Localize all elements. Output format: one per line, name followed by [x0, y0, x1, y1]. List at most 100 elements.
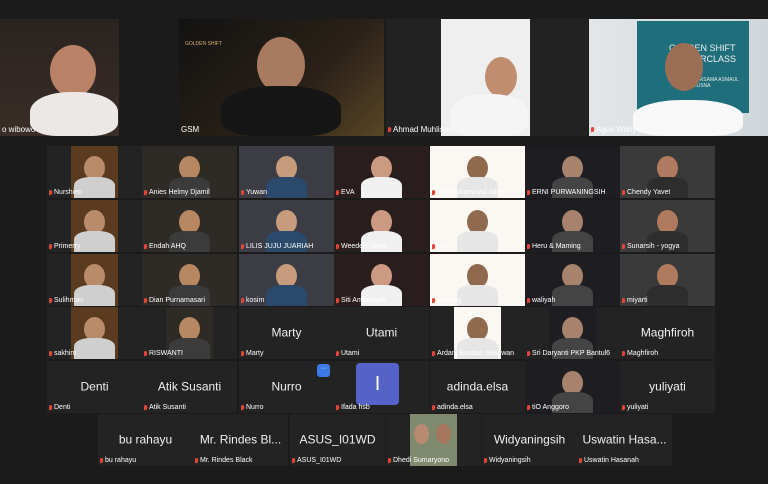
participant-tile[interactable]: Nurshien: [47, 146, 142, 198]
participant-name-title: bu rahayu: [118, 432, 173, 447]
participant-tile[interactable]: Dhedi Sumaryono: [386, 414, 481, 466]
participant-tile[interactable]: Heru & Maming: [525, 200, 620, 252]
participant-tile[interactable]: LILIS JUJU JUARIAH: [239, 200, 334, 252]
participant-body: [633, 100, 743, 136]
participant-tile[interactable]: Sulihman: [47, 254, 142, 306]
participant-body: [450, 94, 528, 136]
participant-name-label: Heru & Maming: [527, 242, 581, 251]
muted-mic-icon: [622, 297, 626, 304]
muted-mic-icon: [49, 189, 53, 196]
participant-body: [30, 92, 118, 136]
participant-tile[interactable]: Utami Utami: [334, 307, 429, 359]
participant-tile[interactable]: Dian Purnamasari: [142, 254, 237, 306]
participant-tile[interactable]: Endang: [430, 254, 525, 306]
participant-tile[interactable]: o wibowo: [0, 19, 119, 136]
muted-mic-icon: [336, 189, 340, 196]
participant-name-title: ASUS_I01WD: [299, 432, 376, 447]
participant-tile[interactable]: Drs Muhammad Iqbal: [430, 146, 525, 198]
participant-tile[interactable]: I Ifada hsb: [334, 361, 429, 413]
participant-tile-active-speaker[interactable]: GOLDEN SHIFT MASTERCLASS BERSAMA ASMAUL …: [589, 19, 768, 136]
participant-tile[interactable]: Denti Denti: [47, 361, 142, 413]
participant-tile[interactable]: RISWANTI: [142, 307, 237, 359]
participant-tile[interactable]: GOLDEN SHIFT GSM: [179, 19, 384, 136]
participant-tile[interactable]: bu rahayu bu rahayu: [98, 414, 193, 466]
participant-tile[interactable]: Widyaningsih Widyaningsih: [482, 414, 577, 466]
participant-name-label: Agus Wahyu: [591, 125, 641, 134]
muted-mic-icon: [527, 189, 531, 196]
participant-tile[interactable]: Mr. Rindes Bl... Mr. Rindes Black: [193, 414, 288, 466]
muted-mic-icon: [336, 297, 340, 304]
participant-name-label: anin: [432, 242, 450, 251]
muted-mic-icon: [144, 404, 148, 411]
muted-mic-icon: [195, 457, 199, 464]
participant-tile[interactable]: Maghfiroh Maghfiroh: [620, 307, 715, 359]
chat-bubble-icon[interactable]: ···: [317, 364, 330, 377]
participant-name-label: LILIS JUJU JUARIAH: [241, 242, 313, 251]
participant-tile[interactable]: tiO Anggoro: [525, 361, 620, 413]
muted-mic-icon: [527, 243, 531, 250]
participant-name-label: adinda.elsa: [432, 403, 473, 412]
participant-tile[interactable]: waliyah: [525, 254, 620, 306]
participant-tile[interactable]: ASUS_I01WD ASUS_I01WD: [290, 414, 385, 466]
participant-name-label: Yuwan: [241, 188, 267, 197]
participant-body: [74, 338, 115, 359]
muted-mic-icon: [100, 457, 104, 464]
participant-tile[interactable]: Ahmad Muhlisoni: [386, 19, 588, 136]
participant-face: [436, 424, 451, 444]
participant-tile[interactable]: Chendy Yavet: [620, 146, 715, 198]
participant-body: [457, 285, 498, 306]
participant-name-label: Ifada hsb: [336, 403, 370, 412]
participant-tile[interactable]: anin: [430, 200, 525, 252]
muted-mic-icon: [49, 297, 53, 304]
participant-name-label: Dian Purnamasari: [144, 296, 205, 305]
participant-tile[interactable]: Sri Daryanti PKP Bantul6: [525, 307, 620, 359]
muted-mic-icon: [622, 189, 626, 196]
participant-tile[interactable]: Uswatin Hasa... Uswatin Hasanah: [577, 414, 672, 466]
muted-mic-icon: [49, 404, 53, 411]
participant-name-label: waliyah: [527, 296, 555, 305]
participant-tile[interactable]: Yuwan: [239, 146, 334, 198]
participant-name-label: Ardani Bondan Setiawan: [432, 349, 514, 358]
muted-mic-icon: [622, 243, 626, 250]
participant-tile[interactable]: kosim: [239, 254, 334, 306]
participant-name-label: miyarti: [622, 296, 648, 305]
participant-tile[interactable]: adinda.elsa adinda.elsa: [430, 361, 525, 413]
muted-mic-icon: [144, 297, 148, 304]
participant-tile[interactable]: Ardani Bondan Setiawan: [430, 307, 525, 359]
participant-tile[interactable]: Siti Ambariyah: [334, 254, 429, 306]
muted-mic-icon: [241, 243, 245, 250]
participant-tile[interactable]: Weedee Yanto: [334, 200, 429, 252]
muted-mic-icon: [292, 457, 296, 464]
muted-mic-icon: [388, 126, 392, 133]
muted-mic-icon: [484, 457, 488, 464]
participant-face: [485, 57, 517, 97]
participant-name-label: sakhim: [49, 349, 76, 358]
muted-mic-icon: [432, 404, 436, 411]
muted-mic-icon: [591, 126, 595, 133]
participant-body: [552, 285, 593, 306]
participant-tile[interactable]: Primerry: [47, 200, 142, 252]
participant-name-label: kosim: [241, 296, 264, 305]
participant-name-label: Endah AHQ: [144, 242, 186, 251]
participant-tile[interactable]: Atik Susanti Atik Susanti: [142, 361, 237, 413]
muted-mic-icon: [527, 404, 531, 411]
participant-tile[interactable]: ERNI PURWANINGSIH: [525, 146, 620, 198]
participant-tile[interactable]: Marty Marty: [239, 307, 334, 359]
participant-body: [647, 285, 688, 306]
participant-tile[interactable]: sakhim: [47, 307, 142, 359]
muted-mic-icon: [336, 350, 340, 357]
participant-name-title: Widyaningsih: [493, 432, 566, 447]
participant-tile[interactable]: Sunarsih - yogya: [620, 200, 715, 252]
muted-mic-icon: [336, 243, 340, 250]
participant-name-label: Marty: [241, 349, 264, 358]
participant-tile[interactable]: yuliyati yuliyati: [620, 361, 715, 413]
participant-name-label: Endang: [432, 296, 461, 305]
muted-mic-icon: [432, 350, 436, 357]
participant-name-label: Ahmad Muhlisoni: [388, 125, 454, 134]
participant-name-label: Drs Muhammad Iqbal: [432, 188, 504, 197]
participant-tile[interactable]: Anies Helmy Djamil: [142, 146, 237, 198]
participant-body: [361, 177, 402, 198]
participant-tile[interactable]: EVA: [334, 146, 429, 198]
participant-tile[interactable]: miyarti: [620, 254, 715, 306]
participant-tile[interactable]: Endah AHQ: [142, 200, 237, 252]
